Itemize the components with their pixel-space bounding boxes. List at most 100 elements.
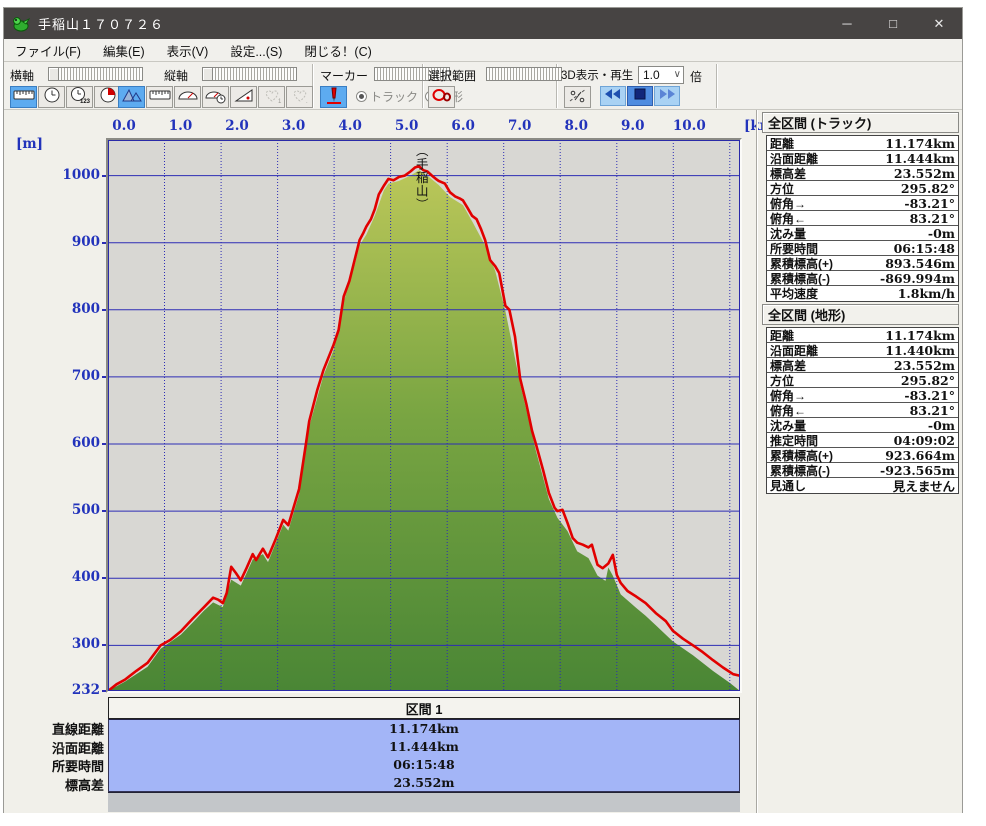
y-tick-label: 300 <box>71 636 100 653</box>
clock-123-icon: 123 <box>69 86 91 109</box>
clock-elapsed-icon <box>97 86 119 109</box>
section-label: 直線距離 <box>51 722 104 737</box>
mountain-button[interactable] <box>118 86 145 108</box>
menu-item-0[interactable]: ファイル(F) <box>4 38 92 63</box>
y-tick-label: 900 <box>71 233 100 250</box>
y-tick-label: 700 <box>71 367 100 384</box>
x-tick-label: 3.0 <box>281 118 306 134</box>
lasso-button[interactable] <box>428 86 455 108</box>
x-tick-label: 2.0 <box>225 118 249 134</box>
stat-value: 06:15:48 <box>893 240 955 256</box>
stat-value: 83.21° <box>909 402 955 418</box>
svg-text:1: 1 <box>278 99 282 104</box>
marker-buttons <box>320 86 347 108</box>
stop-button[interactable] <box>627 86 653 106</box>
y-tick-label: 400 <box>71 569 100 586</box>
stat-value: 23.552m <box>893 357 955 373</box>
x-tick-label: 4.0 <box>338 118 362 134</box>
stats-track-header: 全区間 (トラック) <box>762 112 959 133</box>
ruler-icon <box>13 86 35 109</box>
playback-speed-select[interactable]: 1.0 ∨ <box>638 66 684 84</box>
ruler-icon <box>149 86 171 109</box>
stat-label: 見通し <box>770 479 807 493</box>
section-label: 標高差 <box>64 777 104 793</box>
stat-value: 295.82° <box>900 180 955 196</box>
stop-icon <box>629 85 651 108</box>
x-tick-label: 1.0 <box>168 118 193 134</box>
y-axis-slider[interactable] <box>202 67 297 81</box>
stat-value: 23.552m <box>893 165 955 181</box>
y-tick-label: 800 <box>71 300 100 317</box>
close-button[interactable]: ✕ <box>916 8 962 39</box>
y-axis-unit-label: [m] <box>16 136 44 152</box>
rewind-icon <box>602 85 624 108</box>
forward-button[interactable] <box>654 86 680 106</box>
rewind-button[interactable] <box>600 86 626 106</box>
section-label: 沿面距離 <box>51 740 104 756</box>
ruler-button[interactable] <box>146 86 173 108</box>
speedometer-button[interactable] <box>174 86 201 108</box>
section-pane-footer <box>108 792 740 812</box>
marker-pen-button[interactable] <box>320 86 347 108</box>
playback-speed-unit: 倍 <box>690 70 703 84</box>
stat-value: -0m <box>927 417 955 433</box>
section-value: 11.444km <box>389 739 459 754</box>
ruler-button[interactable] <box>10 86 37 108</box>
heart-1-button[interactable]: 1 <box>258 86 285 108</box>
svg-text:123: 123 <box>80 99 91 104</box>
elevation-svg <box>108 140 740 691</box>
title-bar: 手稲山１７０７２６ ─ □ ✕ <box>4 8 962 39</box>
app-window: 手稲山１７０７２６ ─ □ ✕ ファイル(F) 編集(E) 表示(V) 設定...(S… <box>3 7 963 813</box>
section-value: 11.174km <box>389 721 459 736</box>
maximize-button[interactable]: □ <box>870 8 916 39</box>
app-icon <box>13 16 30 31</box>
main-content: [m] [km] 0.01.02.03.04.05.06.07.08.09.01… <box>4 110 962 813</box>
minimize-button[interactable]: ─ <box>824 8 870 39</box>
chevron-down-icon: ∨ <box>673 69 681 80</box>
selection-slider[interactable] <box>486 67 562 81</box>
selection-group-label: 選択範囲 <box>428 69 477 83</box>
marker-target-radio-0[interactable]: トラック <box>356 88 418 105</box>
stat-value: 11.174km <box>885 327 955 343</box>
x-tick-label: 5.0 <box>394 118 419 134</box>
peak-annotation: （手稲山） <box>413 144 428 212</box>
menu-item-4[interactable]: 閉じる！(C) <box>293 38 382 63</box>
menu-bar: ファイル(F) 編集(E) 表示(V) 設定...(S) 閉じる！(C) <box>4 39 962 62</box>
clock-elapsed-button[interactable] <box>94 86 121 108</box>
x-axis-slider[interactable] <box>48 67 143 81</box>
slope-angle-icon <box>233 86 255 109</box>
x-tick-label: 0.0 <box>112 118 136 134</box>
playback-group-label: 3D表示・再生 <box>561 70 634 82</box>
x-axis-group-label: 横軸 <box>10 69 35 83</box>
clock-button[interactable] <box>38 86 65 108</box>
slope-angle-button[interactable] <box>230 86 257 108</box>
stat-value: -83.21° <box>904 387 955 403</box>
slope-percent-icon <box>567 86 589 109</box>
terrain-area <box>108 170 740 691</box>
heart-2-button[interactable]: . <box>286 86 313 108</box>
stat-row: 累積標高(-) -869.994m <box>767 271 958 286</box>
clock-123-button[interactable]: 123 <box>66 86 93 108</box>
menu-item-1[interactable]: 編集(E) <box>92 38 156 63</box>
heart-2-icon: . <box>289 86 311 109</box>
playback-buttons <box>564 86 680 108</box>
elevation-plot[interactable] <box>106 138 742 693</box>
speedometer-icon <box>177 86 199 109</box>
stat-row: 標高差 23.552m <box>767 358 958 373</box>
stat-row: 標高差 23.552m <box>767 166 958 181</box>
radio-icon <box>356 91 367 102</box>
slope-percent-button[interactable] <box>564 86 591 108</box>
stat-value: 11.440km <box>885 342 955 358</box>
menu-item-2[interactable]: 表示(V) <box>156 38 220 63</box>
y-tick-label: 1000 <box>62 166 100 183</box>
x-tick-label: 9.0 <box>621 118 645 134</box>
y-axis-buttons: 1. <box>118 86 313 108</box>
speedometer-clock-icon <box>204 86 227 109</box>
y-tick-label: 232 <box>71 682 100 698</box>
stat-row: 平均速度 1.8km/h <box>767 286 958 301</box>
stat-value: -83.21° <box>904 195 955 211</box>
menu-item-3[interactable]: 設定...(S) <box>219 38 293 63</box>
toolbar: 横軸 123 縦軸 1. マーカー トラック地形 選択範囲 3D表示・再生 1.… <box>4 62 962 110</box>
speedometer-clock-button[interactable] <box>202 86 229 108</box>
selection-buttons <box>428 86 455 108</box>
